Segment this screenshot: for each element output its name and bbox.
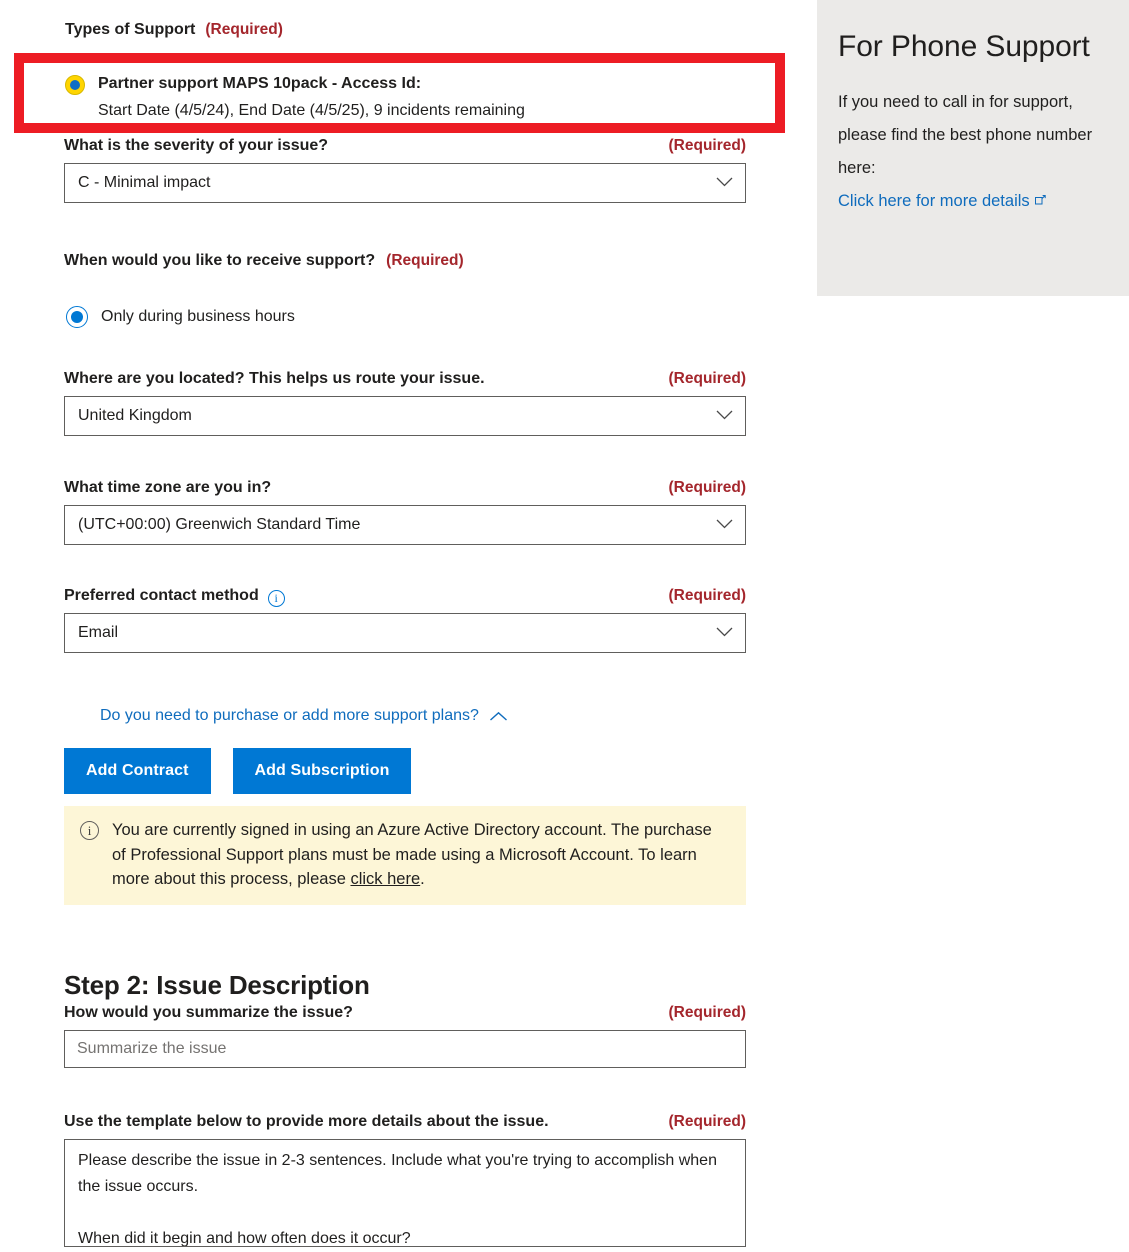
support-window-label-row: When would you like to receive support? (… — [64, 252, 464, 270]
add-subscription-button[interactable]: Add Subscription — [232, 748, 412, 794]
severity-required: (Required) — [668, 137, 747, 154]
timezone-label-row: What time zone are you in? (Required) — [64, 479, 746, 497]
timezone-value: (UTC+00:00) Greenwich Standard Time — [78, 516, 361, 533]
timezone-required: (Required) — [668, 479, 747, 496]
phone-support-link[interactable]: Click here for more details — [838, 192, 1047, 210]
step2-title: Step 2: Issue Description — [64, 969, 370, 1000]
severity-value: C - Minimal impact — [78, 174, 211, 191]
purchase-plans-link[interactable]: Do you need to purchase or add more supp… — [100, 707, 508, 725]
contact-method-select[interactable]: Email — [64, 613, 746, 653]
types-of-support-required: (Required) — [205, 21, 283, 38]
business-hours-label: Only during business hours — [101, 308, 295, 325]
issue-summary-field: How would you summarize the issue? (Requ… — [64, 1004, 746, 1068]
location-label-row: Where are you located? This helps us rou… — [64, 370, 746, 388]
severity-label: What is the severity of your issue? — [64, 137, 329, 154]
timezone-label: What time zone are you in? — [64, 479, 272, 496]
issue-details-label: Use the template below to provide more d… — [64, 1113, 549, 1130]
contact-method-label: Preferred contact method — [64, 587, 259, 604]
contact-method-required: (Required) — [668, 587, 747, 604]
types-of-support-text: Types of Support — [65, 21, 196, 38]
add-contract-button[interactable]: Add Contract — [64, 748, 211, 794]
location-select[interactable]: United Kingdom — [64, 396, 746, 436]
phone-support-link-label: Click here for more details — [838, 192, 1030, 210]
contact-method-label-row: Preferred contact method i (Required) — [64, 587, 747, 607]
support-plan-radio[interactable] — [65, 75, 85, 95]
banner-click-here-link[interactable]: click here — [350, 870, 420, 888]
issue-details-label-row: Use the template below to provide more d… — [64, 1113, 746, 1131]
info-icon[interactable]: i — [267, 590, 285, 607]
phone-support-panel: For Phone Support If you need to call in… — [817, 0, 1129, 296]
timezone-select[interactable]: (UTC+00:00) Greenwich Standard Time — [64, 505, 746, 545]
chevron-up-icon — [489, 711, 508, 722]
support-plan-option[interactable]: Partner support MAPS 10pack - Access Id:… — [65, 73, 765, 122]
location-required: (Required) — [668, 370, 747, 387]
issue-summary-required: (Required) — [668, 1004, 747, 1021]
support-plan-row[interactable]: Partner support MAPS 10pack - Access Id: — [65, 73, 765, 95]
info-icon: i — [80, 821, 99, 840]
plan-action-buttons: Add Contract Add Subscription — [64, 748, 412, 794]
severity-label-row: What is the severity of your issue? (Req… — [64, 137, 746, 155]
location-value: United Kingdom — [78, 407, 192, 424]
chevron-down-icon — [716, 407, 733, 425]
external-link-icon — [1034, 186, 1047, 219]
business-hours-radio-row[interactable]: Only during business hours — [66, 306, 295, 328]
location-field: Where are you located? This helps us rou… — [64, 370, 746, 436]
account-type-banner: i You are currently signed in using an A… — [64, 806, 746, 905]
phone-support-body: If you need to call in for support, plea… — [838, 86, 1105, 219]
issue-details-textarea[interactable]: Please describe the issue in 2-3 sentenc… — [64, 1139, 746, 1247]
contact-method-value: Email — [78, 624, 119, 641]
timezone-field: What time zone are you in? (Required) (U… — [64, 479, 746, 545]
support-window-label: When would you like to receive support? — [64, 252, 376, 269]
issue-summary-label-row: How would you summarize the issue? (Requ… — [64, 1004, 746, 1022]
types-of-support-label: Types of Support (Required) — [65, 21, 283, 39]
support-request-page: For Phone Support If you need to call in… — [0, 0, 1129, 1250]
business-hours-radio[interactable] — [66, 306, 88, 328]
issue-details-required: (Required) — [668, 1113, 747, 1130]
phone-support-title: For Phone Support — [838, 30, 1090, 63]
issue-details-field: Use the template below to provide more d… — [64, 1113, 746, 1252]
chevron-down-icon — [716, 516, 733, 534]
severity-field: What is the severity of your issue? (Req… — [64, 137, 746, 203]
purchase-plans-link-label: Do you need to purchase or add more supp… — [100, 707, 479, 724]
issue-summary-input[interactable] — [64, 1030, 746, 1068]
issue-summary-label: How would you summarize the issue? — [64, 1004, 353, 1021]
location-label: Where are you located? This helps us rou… — [64, 370, 485, 387]
contact-method-field: Preferred contact method i (Required) Em… — [64, 587, 746, 653]
account-type-banner-text: You are currently signed in using an Azu… — [112, 818, 730, 892]
phone-support-text: If you need to call in for support, plea… — [838, 93, 1093, 177]
chevron-down-icon — [716, 174, 733, 192]
support-window-required: (Required) — [386, 252, 464, 269]
banner-text-after: . — [420, 870, 425, 888]
severity-select[interactable]: C - Minimal impact — [64, 163, 746, 203]
support-plan-details: Start Date (4/5/24), End Date (4/5/25), … — [98, 102, 525, 119]
support-plan-title: Partner support MAPS 10pack - Access Id: — [98, 75, 422, 92]
chevron-down-icon — [716, 624, 733, 642]
